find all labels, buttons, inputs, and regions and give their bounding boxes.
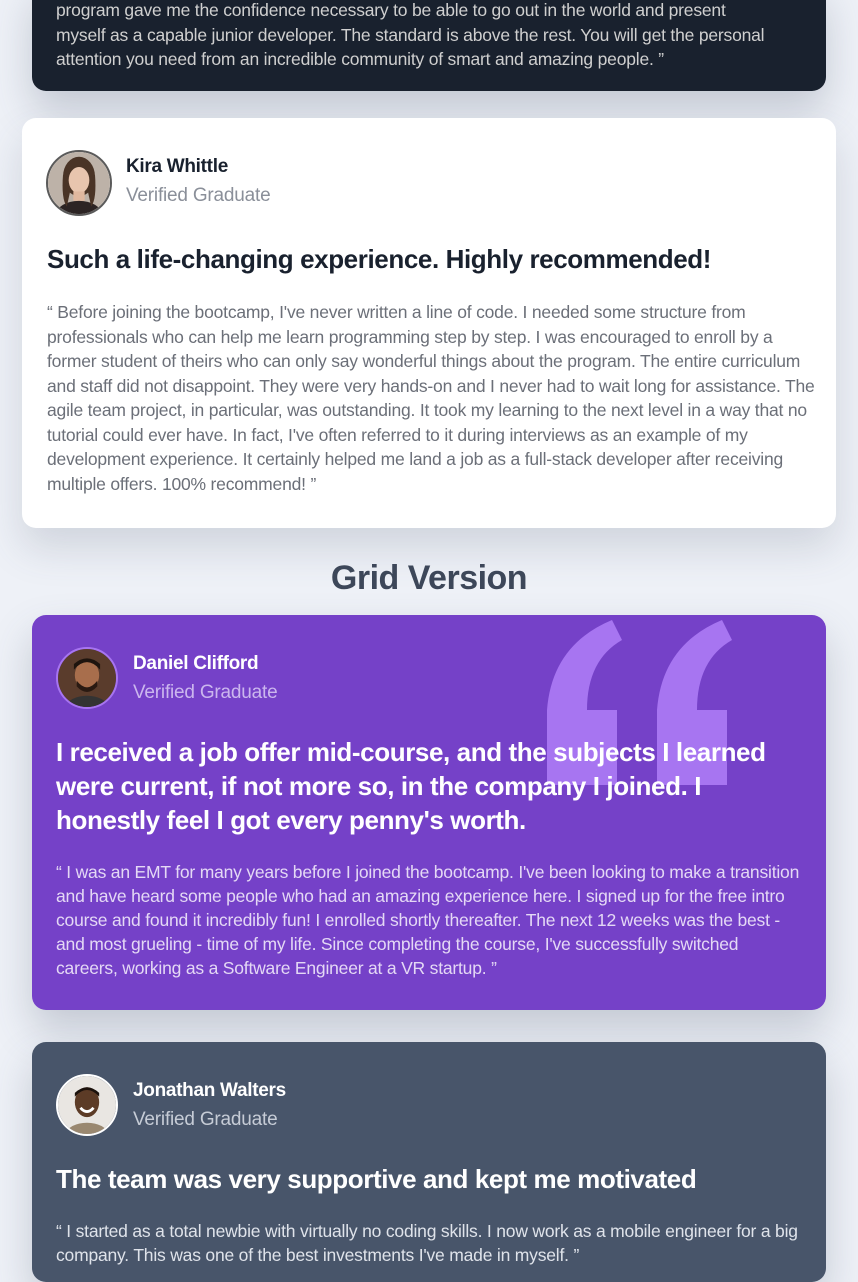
testimonial-headline: The team was very supportive and kept me… <box>56 1164 697 1194</box>
testimonial-quote: “ Before joining the bootcamp, I've neve… <box>47 302 815 494</box>
testimonial-quote: “ I was an EMT for many years before I j… <box>56 862 800 978</box>
testimonial-card-dark: program gave me the confidence necessary… <box>32 0 826 91</box>
testimonial-headline: I received a job offer mid-course, and t… <box>56 737 766 835</box>
author-role: Verified Graduate <box>133 682 278 703</box>
section-title: Grid Version <box>330 559 528 597</box>
testimonial-quote: “ I started as a total newbie with virtu… <box>56 1221 798 1265</box>
testimonial-card-jonathan: Jonathan Walters Verified Graduate The t… <box>32 1042 826 1282</box>
author-name: Daniel Clifford <box>133 653 259 674</box>
testimonial-card-kira: Kira Whittle Verified Graduate Such a li… <box>22 118 836 528</box>
quote-line: program gave me the confidence necessary… <box>56 0 726 20</box>
author-role: Verified Graduate <box>126 185 271 206</box>
testimonial-quote: program gave me the confidence necessary… <box>56 0 816 72</box>
avatar <box>56 1074 118 1136</box>
author-name: Kira Whittle <box>126 156 228 177</box>
avatar <box>56 647 118 709</box>
author-name: Jonathan Walters <box>133 1080 286 1101</box>
quote-line: attention you need from an incredible co… <box>56 49 664 69</box>
quote-line: myself as a capable junior developer. Th… <box>56 24 765 45</box>
avatar <box>46 150 112 216</box>
testimonial-headline: Such a life-changing experience. Highly … <box>47 244 712 274</box>
author-role: Verified Graduate <box>133 1109 278 1130</box>
testimonial-card-daniel: Daniel Clifford Verified Graduate I rece… <box>32 615 826 1010</box>
